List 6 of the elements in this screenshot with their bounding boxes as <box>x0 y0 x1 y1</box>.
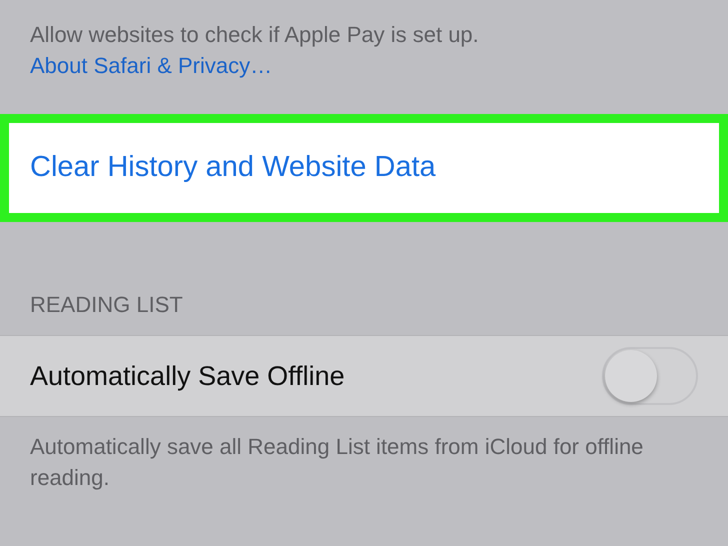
section-header: READING LIST <box>29 291 184 319</box>
footer-text: Automatically save all Reading List items from iCloud for offline reading. <box>29 433 644 492</box>
row-label: Automatically Save Offline <box>30 360 345 393</box>
footer-text: Allow websites to check if Apple Pay is set up. <box>30 21 480 49</box>
privacy-link[interactable]: About Safari & Privacy… <box>30 53 272 78</box>
clear-history-button[interactable]: Clear History and Website Data <box>9 123 719 213</box>
